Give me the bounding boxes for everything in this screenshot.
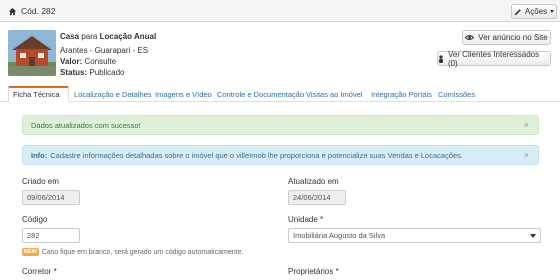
tab-imagens-video[interactable]: Imagens e Vídeo (151, 86, 216, 102)
tab-label: Comissões (438, 89, 476, 99)
code-input[interactable]: 282 (22, 228, 80, 243)
property-status: Publicado (89, 68, 125, 77)
info-alert: Info: Cadastre informações detalhadas so… (22, 145, 539, 165)
info-alert-prefix: Info: (31, 150, 48, 160)
property-title-connector: para (81, 32, 98, 41)
eye-icon (465, 35, 475, 40)
pencil-icon (514, 8, 521, 15)
property-type: Casa (60, 32, 80, 41)
code-help-text: NEW Caso fique em branco, será gerado um… (22, 248, 243, 256)
tab-label: Integração Portais (371, 89, 432, 99)
house-photo (8, 30, 56, 76)
tab-label: Localização e Detalhes (74, 89, 152, 99)
code-label: Código (22, 215, 48, 224)
top-bar: Cód. 282 Ações (0, 0, 560, 22)
view-on-site-button[interactable]: Ver anúncio no Site (462, 30, 551, 45)
home-icon (8, 7, 17, 15)
property-summary: Casa para Locação Anual Arantes - Guarap… (60, 31, 156, 78)
caret-down-icon (550, 10, 555, 13)
view-on-site-label: Ver anúncio no Site (478, 33, 548, 42)
actions-dropdown-button[interactable]: Ações (511, 4, 557, 19)
property-status-row: Status: Publicado (60, 67, 156, 78)
view-interested-clients-label: Ver Clientes Interessados (0) (447, 49, 540, 68)
owners-label: Proprietários * (288, 267, 339, 276)
tab-controle-documentacao[interactable]: Controle e Documentação (213, 86, 308, 102)
property-thumbnail[interactable] (8, 30, 56, 76)
tab-localizacao-detalhes[interactable]: Localização e Detalhes (70, 86, 156, 102)
property-value-label: Valor: (60, 57, 83, 66)
tab-ficha-tecnica[interactable]: Ficha Técnica (8, 86, 69, 102)
broker-label: Corretor * (22, 267, 57, 276)
created-at-field: 09/06/2014 (22, 190, 80, 205)
tab-label: Ficha Técnica (13, 90, 60, 99)
info-alert-text: Cadastre informações detalhadas sobre o … (50, 150, 463, 160)
unit-select-value: Imobiliária Augusto da Silva (293, 231, 386, 240)
tab-integracao-portais[interactable]: Integração Portais (367, 86, 436, 102)
new-badge: NEW (22, 248, 39, 256)
actions-label: Ações (524, 7, 548, 16)
close-icon[interactable]: × (524, 120, 529, 130)
property-code: Cód. 282 (8, 6, 56, 16)
updated-at-label: Atualizado em (288, 177, 339, 186)
close-icon[interactable]: × (524, 150, 529, 160)
tab-label: Visitas ao Imóvel (306, 89, 363, 99)
property-location: Arantes - Guarapari - ES (60, 46, 149, 55)
code-help-message: Caso fique em branco, será gerado um cód… (41, 248, 244, 256)
property-tabs: Ficha Técnica Localização e Detalhes Ima… (0, 86, 560, 102)
property-purpose: Locação Anual (99, 32, 157, 41)
tab-visitas-imovel[interactable]: Visitas ao Imóvel (302, 86, 367, 102)
view-interested-clients-button[interactable]: Ver Clientes Interessados (0) (437, 49, 551, 68)
success-alert: Dados atualizados com sucesso! × (22, 115, 539, 135)
tab-label: Imagens e Vídeo (155, 89, 212, 99)
created-at-label: Criado em (22, 177, 59, 186)
unit-label: Unidade * (288, 215, 324, 224)
updated-at-field: 24/06/2014 (288, 190, 346, 205)
property-code-label: Cód. 282 (21, 6, 56, 16)
property-value: Consulte (84, 57, 117, 66)
unit-select[interactable]: Imobiliária Augusto da Silva (288, 228, 541, 243)
tab-comissoes[interactable]: Comissões (434, 86, 479, 102)
property-value-row: Valor: Consulte (60, 56, 156, 67)
success-alert-text: Dados atualizados com sucesso! (31, 120, 141, 130)
property-status-label: Status: (60, 68, 88, 77)
caret-down-icon (530, 234, 536, 238)
property-title: Casa para Locação Anual (60, 31, 156, 42)
user-icon (438, 54, 443, 63)
tab-label: Controle e Documentação (217, 89, 305, 99)
